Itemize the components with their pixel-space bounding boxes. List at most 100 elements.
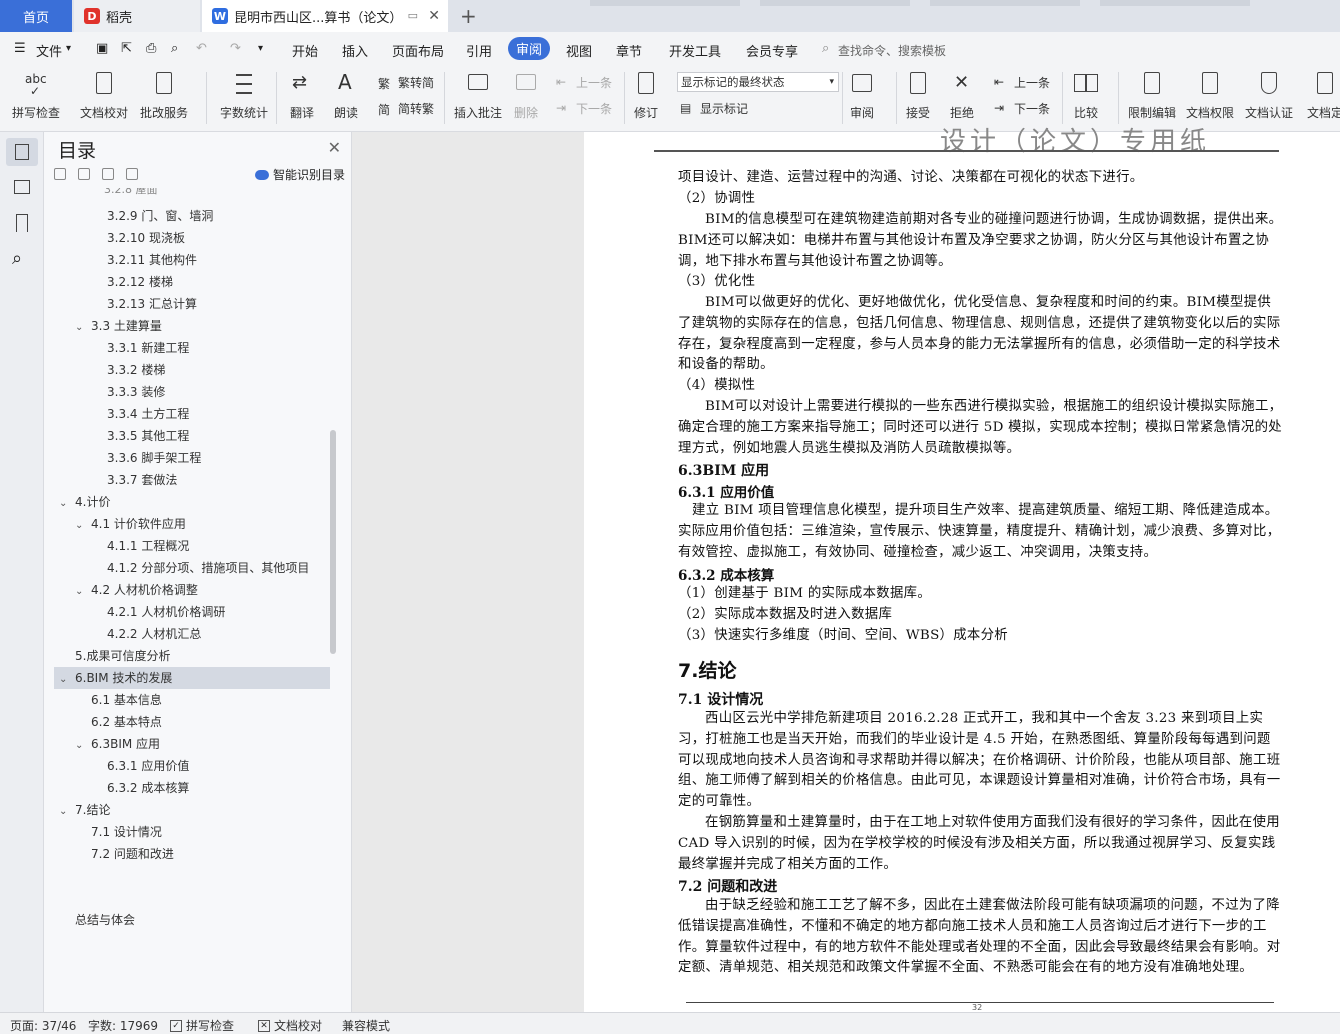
tab-close-icon[interactable]: ✕ (428, 8, 440, 24)
toc-expand-icon[interactable]: ⌄ (75, 735, 87, 757)
toc-item[interactable]: 6.2 基本特点 (91, 711, 162, 733)
remove-heading-icon[interactable] (126, 168, 138, 180)
toc-item[interactable]: ⌄ 4.2 人材机价格调整 (75, 579, 198, 601)
doc-permission-button[interactable]: 文档权限 (1186, 70, 1234, 121)
status-doc-check[interactable]: ✕ 文档校对 (258, 1017, 322, 1034)
toc-item[interactable]: ⌄ 7.结论 (59, 799, 110, 821)
compare-button[interactable]: 比较 (1072, 70, 1100, 121)
toc-item[interactable]: 3.3.1 新建工程 (107, 337, 189, 359)
command-search[interactable]: 查找命令、搜索模板 (838, 42, 946, 59)
menu-view[interactable]: 视图 (566, 41, 592, 60)
add-heading-icon[interactable] (102, 168, 114, 180)
toc-item[interactable]: 总结与体会 (75, 909, 135, 931)
toc-expand-icon[interactable]: ⌄ (59, 493, 71, 515)
bookmark-icon[interactable] (12, 214, 32, 234)
toc-item[interactable]: 3.2.11 其他构件 (107, 249, 197, 271)
delete-comment-button[interactable]: 删除 (512, 70, 540, 121)
more-chevron-icon[interactable]: ▾ (258, 43, 263, 54)
toc-item[interactable]: 3.2.13 汇总计算 (107, 293, 197, 315)
toc-item[interactable]: 4.2.1 人材机价格调研 (107, 601, 225, 623)
undo-icon[interactable]: ↶ (196, 41, 207, 56)
batch-service-button[interactable]: 批改服务 (140, 70, 188, 121)
print-preview-icon[interactable]: ⌕ (171, 41, 178, 56)
doc-check-button[interactable]: 文档校对 (80, 70, 128, 121)
toc-item[interactable]: 3.2.10 现浇板 (107, 227, 185, 249)
toc-item[interactable]: ⌄ 6.3BIM 应用 (75, 733, 160, 755)
toc-expand-icon[interactable]: ⌄ (59, 801, 71, 823)
toc-item[interactable]: 6.3.2 成本核算 (107, 777, 189, 799)
toc-item[interactable]: 6.3.1 应用价值 (107, 755, 189, 777)
menu-layout[interactable]: 页面布局 (392, 41, 444, 60)
doc-finalize-button[interactable]: 文档定 (1307, 70, 1340, 121)
hamburger-icon[interactable]: ☰ (14, 41, 26, 56)
print-icon[interactable]: ⎙ (146, 41, 156, 56)
export-icon[interactable]: ⇱ (121, 41, 132, 56)
smart-toc-button[interactable]: 智能识别目录 (254, 166, 345, 183)
trad-to-simp-button[interactable]: 繁繁转简 (378, 74, 434, 91)
toc-expand-icon[interactable]: ⌄ (75, 317, 87, 339)
status-spell-check[interactable]: ✓ 拼写检查 (170, 1017, 234, 1034)
menu-start[interactable]: 开始 (292, 41, 318, 60)
toc-item[interactable]: ⌄ 3.3 土建算量 (75, 315, 162, 337)
accept-button[interactable]: 接受 (904, 70, 932, 121)
next-change-button[interactable]: ⇥ 下一条 (994, 100, 1050, 117)
toc-panel-icon[interactable] (6, 138, 38, 166)
tab-document[interactable]: W 昆明市西山区...算书（论文） ▭ ✕ (202, 0, 448, 32)
word-count-indicator[interactable]: 字数: 17969 (88, 1017, 158, 1034)
toc-item[interactable]: 3.3.3 装修 (107, 381, 165, 403)
toc-item[interactable]: 4.1.1 工程概况 (107, 535, 189, 557)
review-pane-button[interactable]: 审阅 (848, 70, 876, 121)
menu-references[interactable]: 引用 (466, 41, 492, 60)
menu-file[interactable]: 文件 (36, 41, 62, 60)
tab-home[interactable]: 首页 (0, 0, 72, 32)
collapse-all-icon[interactable] (54, 168, 66, 180)
find-icon[interactable]: ⌕ (12, 248, 32, 269)
next-comment-button[interactable]: ⇥ 下一条 (556, 100, 612, 117)
menu-devtools[interactable]: 开发工具 (669, 41, 721, 60)
toc-item[interactable]: 5.成果可信度分析 (75, 645, 170, 667)
word-count-button[interactable]: 字数统计 (220, 70, 268, 121)
prev-change-button[interactable]: ⇤ 上一条 (994, 74, 1050, 91)
menu-insert[interactable]: 插入 (342, 41, 368, 60)
toc-item[interactable]: 3.3.4 土方工程 (107, 403, 189, 425)
toc-item[interactable]: 3.3.5 其他工程 (107, 425, 189, 447)
toc-scrollbar[interactable] (330, 430, 336, 654)
toc-item[interactable]: 3.3.7 套做法 (107, 469, 177, 491)
toc-item[interactable]: ⌄ 4.1 计价软件应用 (75, 513, 186, 535)
chevron-down-icon[interactable]: ▾ (66, 43, 71, 54)
close-icon[interactable]: ✕ (328, 138, 341, 157)
toc-item[interactable]: ⌄ 4.计价 (59, 491, 110, 513)
doc-certify-button[interactable]: 文档认证 (1245, 70, 1293, 121)
prev-comment-button[interactable]: ⇤ 上一条 (556, 74, 612, 91)
toc-expand-icon[interactable]: ⌄ (75, 581, 87, 603)
redo-icon[interactable]: ↷ (230, 41, 241, 56)
simp-to-trad-button[interactable]: 简简转繁 (378, 100, 434, 117)
new-tab-icon[interactable]: + (460, 4, 477, 28)
toc-item[interactable]: 4.2.2 人材机汇总 (107, 623, 201, 645)
save-icon[interactable]: ▣ (96, 41, 108, 56)
show-markup-button[interactable]: ▤ 显示标记 (680, 100, 748, 117)
menu-review[interactable]: 审阅 (508, 37, 551, 60)
menu-chapter[interactable]: 章节 (616, 41, 642, 60)
spell-check-button[interactable]: abc ✓ 拼写检查 (12, 70, 60, 121)
toc-item[interactable]: 6.1 基本信息 (91, 689, 162, 711)
nav-pane-icon[interactable] (12, 178, 32, 198)
toc-item[interactable]: 3.3.2 楼梯 (107, 359, 165, 381)
reject-button[interactable]: ✕ 拒绝 (948, 70, 976, 121)
toc-item[interactable]: 4.1.2 分部分项、措施项目、其他项目 (107, 557, 309, 579)
translate-button[interactable]: ⇄ 翻译 (288, 70, 316, 121)
toc-item[interactable]: 3.2.9 门、窗、墙洞 (107, 205, 213, 227)
toc-item[interactable]: 3.3.6 脚手架工程 (107, 447, 201, 469)
insert-comment-button[interactable]: 插入批注 (454, 70, 502, 121)
tab-daoke[interactable]: D 稻壳 (74, 0, 200, 32)
tab-float-icon[interactable]: ▭ (408, 9, 418, 22)
read-aloud-button[interactable]: A 朗读 (332, 70, 360, 121)
toc-item[interactable]: 7.2 问题和改进 (91, 843, 174, 865)
search-icon[interactable]: ⌕ (822, 41, 829, 56)
toc-item[interactable]: ⌄ 6.BIM 技术的发展 (59, 667, 172, 689)
menu-member[interactable]: 会员专享 (746, 41, 798, 60)
page-indicator[interactable]: 页面: 37/46 (10, 1017, 76, 1034)
track-changes-button[interactable]: 修订 (632, 70, 660, 121)
toc-item[interactable]: 7.1 设计情况 (91, 821, 162, 843)
markup-state-select[interactable]: 显示标记的最终状态 ▾ (677, 72, 839, 92)
